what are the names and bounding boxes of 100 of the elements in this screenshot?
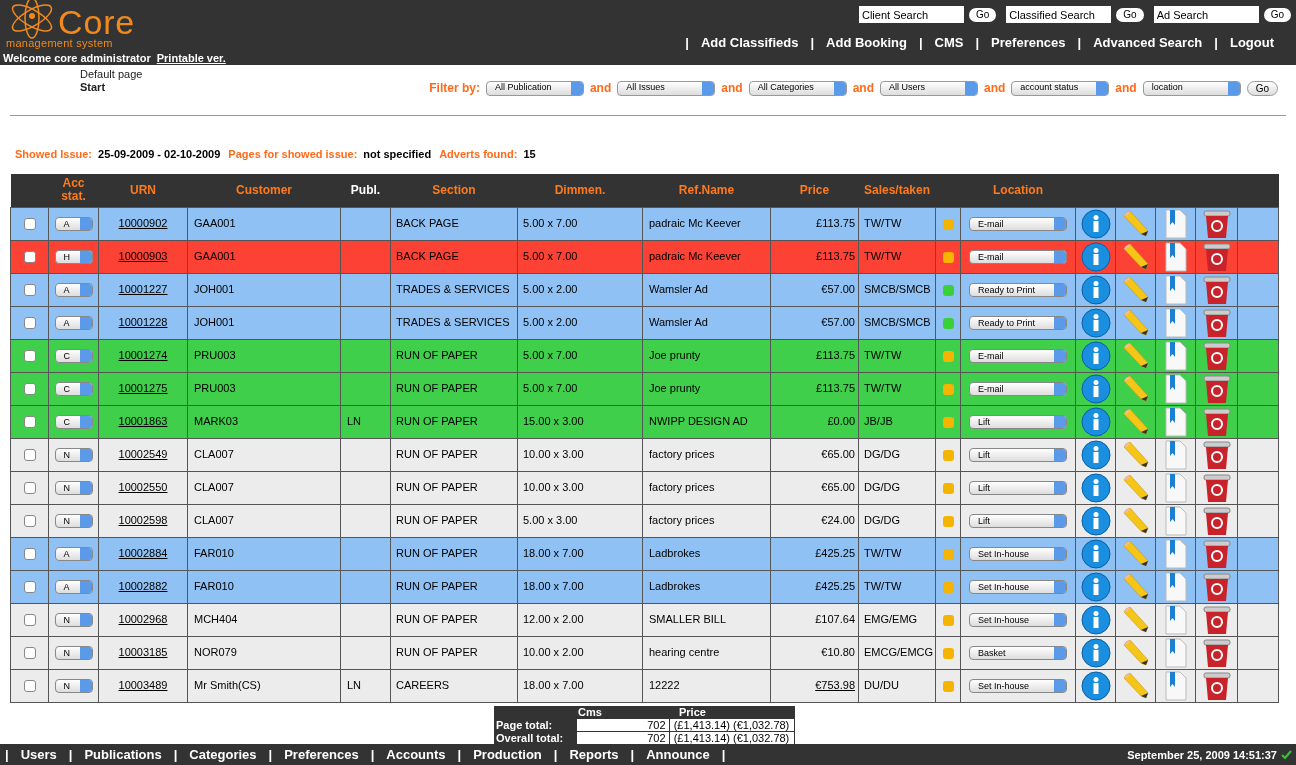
nav-link[interactable]: Advanced Search bbox=[1093, 35, 1203, 51]
footer-nav-link[interactable]: Preferences bbox=[284, 746, 359, 763]
row-checkbox[interactable] bbox=[23, 383, 36, 396]
status-select[interactable]: A bbox=[54, 283, 93, 298]
table-row[interactable]: A 10001227 JOH001 TRADES & SERVICES 5.00 x 2.00 Wamsler Ad €57.00 SMCB/SMCB Ready to Print bbox=[10, 273, 1279, 306]
info-icon[interactable] bbox=[1080, 505, 1111, 536]
document-icon[interactable] bbox=[1164, 439, 1187, 470]
trash-icon[interactable] bbox=[1202, 406, 1231, 437]
status-select[interactable]: C bbox=[54, 415, 93, 430]
info-icon[interactable] bbox=[1080, 373, 1111, 404]
trash-icon[interactable] bbox=[1202, 538, 1231, 569]
dispatch-select[interactable]: Lift bbox=[969, 448, 1067, 463]
status-select[interactable]: C bbox=[54, 349, 93, 364]
row-checkbox[interactable] bbox=[23, 284, 36, 297]
status-select[interactable]: N bbox=[54, 514, 93, 529]
dispatch-select[interactable]: Set In-house bbox=[969, 547, 1067, 562]
status-select[interactable]: N bbox=[54, 448, 93, 463]
document-icon[interactable] bbox=[1164, 241, 1187, 272]
pencil-icon[interactable] bbox=[1121, 441, 1150, 468]
dispatch-select[interactable]: Lift bbox=[969, 481, 1067, 496]
status-select[interactable]: N bbox=[54, 481, 93, 496]
document-icon[interactable] bbox=[1164, 637, 1187, 668]
row-checkbox[interactable] bbox=[23, 218, 36, 231]
document-icon[interactable] bbox=[1164, 307, 1187, 338]
pencil-icon[interactable] bbox=[1121, 342, 1150, 369]
trash-icon[interactable] bbox=[1202, 637, 1231, 668]
footer-nav-link[interactable]: Categories bbox=[189, 746, 257, 763]
info-icon[interactable] bbox=[1080, 472, 1111, 503]
filter-select[interactable]: All Users bbox=[879, 80, 978, 96]
footer-nav-link[interactable]: Reports bbox=[569, 746, 619, 763]
document-icon[interactable] bbox=[1164, 208, 1187, 239]
trash-icon[interactable] bbox=[1202, 307, 1231, 338]
info-icon[interactable] bbox=[1080, 439, 1111, 470]
dispatch-select[interactable]: E-mail bbox=[969, 382, 1067, 397]
dispatch-select[interactable]: Basket bbox=[969, 646, 1067, 661]
filter-select[interactable]: account status bbox=[1011, 80, 1110, 96]
trash-icon[interactable] bbox=[1202, 241, 1231, 272]
trash-icon[interactable] bbox=[1202, 571, 1231, 602]
status-select[interactable]: C bbox=[54, 382, 93, 397]
nav-link[interactable]: Preferences bbox=[991, 35, 1066, 51]
pencil-icon[interactable] bbox=[1121, 243, 1150, 270]
filter-select[interactable]: All Categories bbox=[748, 80, 847, 96]
trash-icon[interactable] bbox=[1202, 340, 1231, 371]
info-icon[interactable] bbox=[1080, 307, 1111, 338]
table-row[interactable]: A 10002884 FAR010 RUN OF PAPER 18.00 x 7.00 Ladbrokes £425.25 TW/TW Set In-house bbox=[10, 537, 1279, 570]
pencil-icon[interactable] bbox=[1121, 672, 1150, 699]
nav-link[interactable]: Logout bbox=[1229, 35, 1274, 51]
info-icon[interactable] bbox=[1080, 670, 1111, 701]
document-icon[interactable] bbox=[1164, 373, 1187, 404]
table-row[interactable]: N 10002550 CLA007 RUN OF PAPER 10.00 x 3.00 factory prices €65.00 DG/DG Lift bbox=[10, 471, 1279, 504]
row-checkbox[interactable] bbox=[23, 680, 36, 693]
printable-link[interactable]: Printable ver. bbox=[156, 51, 226, 65]
pencil-icon[interactable] bbox=[1121, 540, 1150, 567]
document-icon[interactable] bbox=[1164, 670, 1187, 701]
table-row[interactable]: C 10001274 PRU003 RUN OF PAPER 5.00 x 7.00 Joe prunty £113.75 TW/TW E-mail bbox=[10, 339, 1279, 372]
pencil-icon[interactable] bbox=[1121, 606, 1150, 633]
go-button[interactable]: Go bbox=[1116, 7, 1144, 22]
trash-icon[interactable] bbox=[1202, 373, 1231, 404]
dispatch-select[interactable]: E-mail bbox=[969, 217, 1067, 232]
info-icon[interactable] bbox=[1080, 208, 1111, 239]
row-checkbox[interactable] bbox=[23, 317, 36, 330]
pencil-icon[interactable] bbox=[1121, 507, 1150, 534]
row-checkbox[interactable] bbox=[23, 581, 36, 594]
filter-select[interactable]: All Publication bbox=[485, 80, 584, 96]
document-icon[interactable] bbox=[1164, 472, 1187, 503]
pencil-icon[interactable] bbox=[1121, 408, 1150, 435]
pencil-icon[interactable] bbox=[1121, 474, 1150, 501]
filter-select[interactable]: location bbox=[1142, 80, 1241, 96]
table-row[interactable]: H 10000903 GAA001 BACK PAGE 5.00 x 7.00 padraic Mc Keever £113.75 TW/TW E-mail bbox=[10, 240, 1279, 273]
document-icon[interactable] bbox=[1164, 274, 1187, 305]
pencil-icon[interactable] bbox=[1121, 639, 1150, 666]
status-select[interactable]: A bbox=[54, 316, 93, 331]
row-checkbox[interactable] bbox=[23, 416, 36, 429]
info-icon[interactable] bbox=[1080, 406, 1111, 437]
row-checkbox[interactable] bbox=[23, 449, 36, 462]
status-select[interactable]: N bbox=[54, 679, 93, 694]
footer-nav-link[interactable]: Accounts bbox=[386, 746, 446, 763]
info-icon[interactable] bbox=[1080, 538, 1111, 569]
row-checkbox[interactable] bbox=[23, 482, 36, 495]
table-row[interactable]: A 10000902 GAA001 BACK PAGE 5.00 x 7.00 padraic Mc Keever £113.75 TW/TW E-mail bbox=[10, 207, 1279, 240]
go-button[interactable]: Go bbox=[1246, 80, 1278, 96]
pencil-icon[interactable] bbox=[1121, 309, 1150, 336]
trash-icon[interactable] bbox=[1202, 604, 1231, 635]
table-row[interactable]: N 10002549 CLA007 RUN OF PAPER 10.00 x 3.00 factory prices €65.00 DG/DG Lift bbox=[10, 438, 1279, 471]
info-icon[interactable] bbox=[1080, 274, 1111, 305]
dispatch-select[interactable]: Ready to Print bbox=[969, 316, 1067, 331]
nav-link[interactable]: CMS bbox=[934, 35, 964, 51]
price-link[interactable]: €753.98 bbox=[815, 679, 855, 692]
row-checkbox[interactable] bbox=[23, 350, 36, 363]
status-select[interactable]: A bbox=[54, 547, 93, 562]
dispatch-select[interactable]: Ready to Print bbox=[969, 283, 1067, 298]
dispatch-select[interactable]: Lift bbox=[969, 415, 1067, 430]
document-icon[interactable] bbox=[1164, 538, 1187, 569]
filter-select[interactable]: All Issues bbox=[617, 80, 716, 96]
info-icon[interactable] bbox=[1080, 637, 1111, 668]
status-select[interactable]: N bbox=[54, 613, 93, 628]
document-icon[interactable] bbox=[1164, 406, 1187, 437]
dispatch-select[interactable]: Set In-house bbox=[969, 613, 1067, 628]
nav-link[interactable]: Add Classifieds bbox=[700, 35, 799, 51]
document-icon[interactable] bbox=[1164, 571, 1187, 602]
